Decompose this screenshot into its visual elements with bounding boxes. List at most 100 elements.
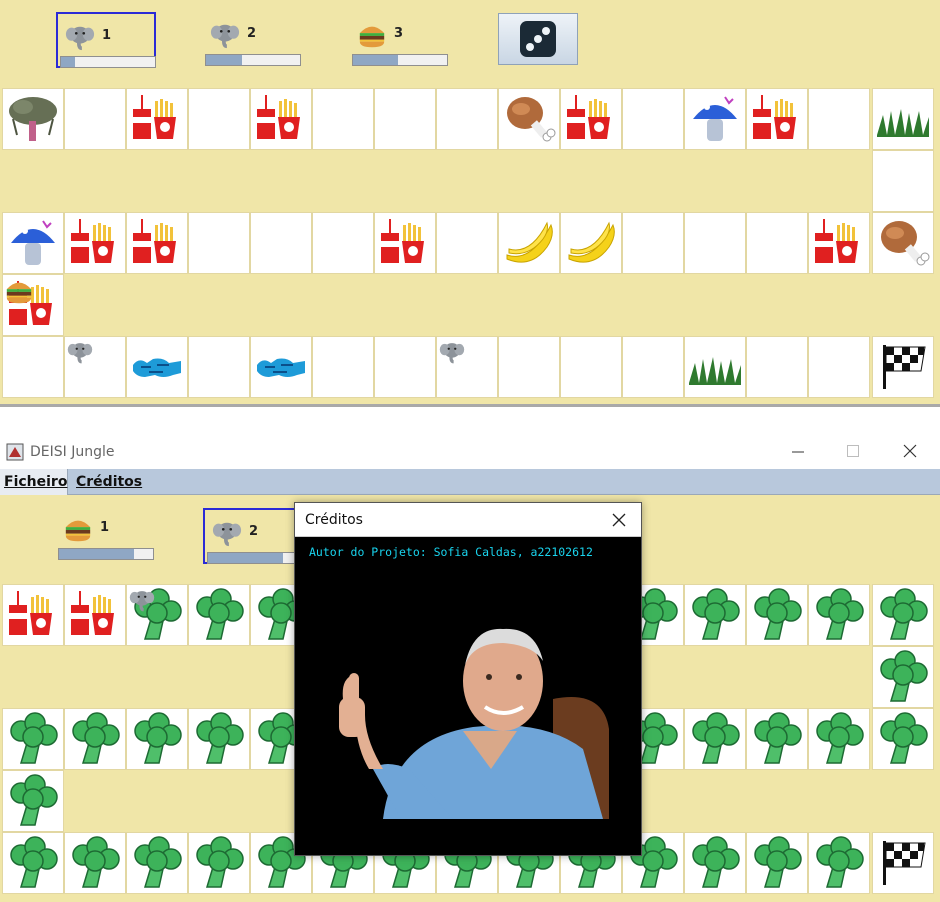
app-icon <box>6 443 24 461</box>
board-cell-empty <box>622 212 684 274</box>
board-cell-banana <box>498 212 560 274</box>
player-2-panel[interactable]: 2 <box>203 12 303 68</box>
board-cell-empty <box>436 88 498 150</box>
player-number: 3 <box>394 26 404 41</box>
board-cell-broccoli <box>746 584 808 646</box>
board-cell-empty <box>188 212 250 274</box>
checkered-flag-icon <box>875 835 931 891</box>
board-cell-broccoli <box>2 708 64 770</box>
banana-icon <box>501 215 557 271</box>
broccoli-icon <box>687 835 743 891</box>
broccoli-icon <box>191 711 247 767</box>
drumstick-icon <box>875 215 931 271</box>
dialog-titlebar[interactable]: Créditos <box>295 503 641 537</box>
fastfood-icon <box>563 91 619 147</box>
board-cell-mushroom <box>2 212 64 274</box>
board-cell-broccoli <box>684 584 746 646</box>
board-cell-elephant <box>436 336 498 398</box>
board-cell-fastfood <box>374 212 436 274</box>
board-cell-empty <box>498 336 560 398</box>
board-cell-empty <box>746 336 808 398</box>
board-cell-finish <box>872 832 934 894</box>
board-cell-broccoli <box>126 708 188 770</box>
banana-icon <box>563 215 619 271</box>
board-cell-fastfood <box>64 584 126 646</box>
board-cell-tree <box>2 88 64 150</box>
elephant-icon <box>67 339 93 365</box>
broccoli-icon <box>875 711 931 767</box>
menu-creditos[interactable]: Créditos <box>76 474 142 490</box>
board-cell-broccoli <box>808 584 870 646</box>
board-cell-fastfood <box>64 212 126 274</box>
board-cell-finish <box>872 336 934 398</box>
dialog-title: Créditos <box>305 512 363 528</box>
water-icon <box>253 339 309 395</box>
fastfood-icon <box>749 91 805 147</box>
player-number: 1 <box>100 520 110 535</box>
hamburger-icon <box>62 514 94 544</box>
dice-icon <box>520 21 556 57</box>
board-cell-broccoli <box>2 832 64 894</box>
tree-icon <box>5 91 61 147</box>
maximize-icon[interactable] <box>845 443 861 459</box>
menu-ficheiro[interactable]: Ficheiro <box>4 474 67 490</box>
player-1-panel[interactable]: 1 <box>56 506 156 562</box>
drumstick-icon <box>501 91 557 147</box>
board-cell-empty <box>808 336 870 398</box>
board-cell-empty <box>2 336 64 398</box>
board-cell-broccoli <box>188 708 250 770</box>
player-3-panel[interactable]: 3 <box>350 12 450 68</box>
player-2-panel[interactable]: 2 <box>203 508 303 564</box>
menu-bar: Ficheiro Créditos <box>0 469 940 495</box>
board-cell-broccoli <box>746 832 808 894</box>
player-progress-bar <box>205 54 301 66</box>
board-cell-empty <box>436 212 498 274</box>
broccoli-icon <box>191 835 247 891</box>
board-cell-broccoli <box>872 646 934 708</box>
player-1-panel[interactable]: 1 <box>56 12 156 68</box>
hamburger-icon <box>356 20 388 50</box>
board-cell-grass <box>872 88 934 150</box>
window-titlebar[interactable]: DEISI Jungle <box>0 407 940 469</box>
dice-button[interactable] <box>498 13 578 65</box>
board-cell-broccoli <box>2 770 64 832</box>
board-cell-broccoli <box>188 832 250 894</box>
board-cell-banana <box>560 212 622 274</box>
broccoli-icon <box>129 711 185 767</box>
close-icon[interactable] <box>902 443 918 459</box>
board-cell-empty <box>188 88 250 150</box>
board-cell-empty <box>188 336 250 398</box>
dialog-close-icon[interactable] <box>611 512 627 528</box>
board-cell-broccoli <box>188 584 250 646</box>
minimize-icon[interactable] <box>790 443 806 459</box>
fastfood-icon <box>811 215 867 271</box>
broccoli-icon <box>5 835 61 891</box>
player-progress-bar <box>60 56 156 68</box>
board-cell-empty <box>746 212 808 274</box>
mushroom-icon <box>5 215 61 271</box>
fastfood-icon <box>253 91 309 147</box>
board-cell-broccoli <box>684 708 746 770</box>
broccoli-icon <box>811 711 867 767</box>
board-cell-empty <box>622 88 684 150</box>
player-number: 2 <box>247 26 257 41</box>
fastfood-icon <box>129 91 185 147</box>
player-progress-bar <box>352 54 448 66</box>
board-cell-empty <box>808 88 870 150</box>
board-cell-empty <box>374 88 436 150</box>
broccoli-icon <box>811 587 867 643</box>
board-cell-broccoli <box>64 708 126 770</box>
board-cell-empty <box>312 336 374 398</box>
board-cell-grass <box>684 336 746 398</box>
player-progress-bar <box>207 552 303 564</box>
broccoli-icon <box>749 711 805 767</box>
elephant-icon <box>211 518 243 548</box>
elephant-icon <box>64 22 96 52</box>
board-cell-empty <box>312 88 374 150</box>
checkered-flag-icon <box>875 339 931 395</box>
fastfood-icon <box>5 587 61 643</box>
board-cell-meat <box>872 212 934 274</box>
board-cell-broccoli <box>872 708 934 770</box>
board-cell-empty <box>64 88 126 150</box>
author-photo <box>313 619 625 819</box>
